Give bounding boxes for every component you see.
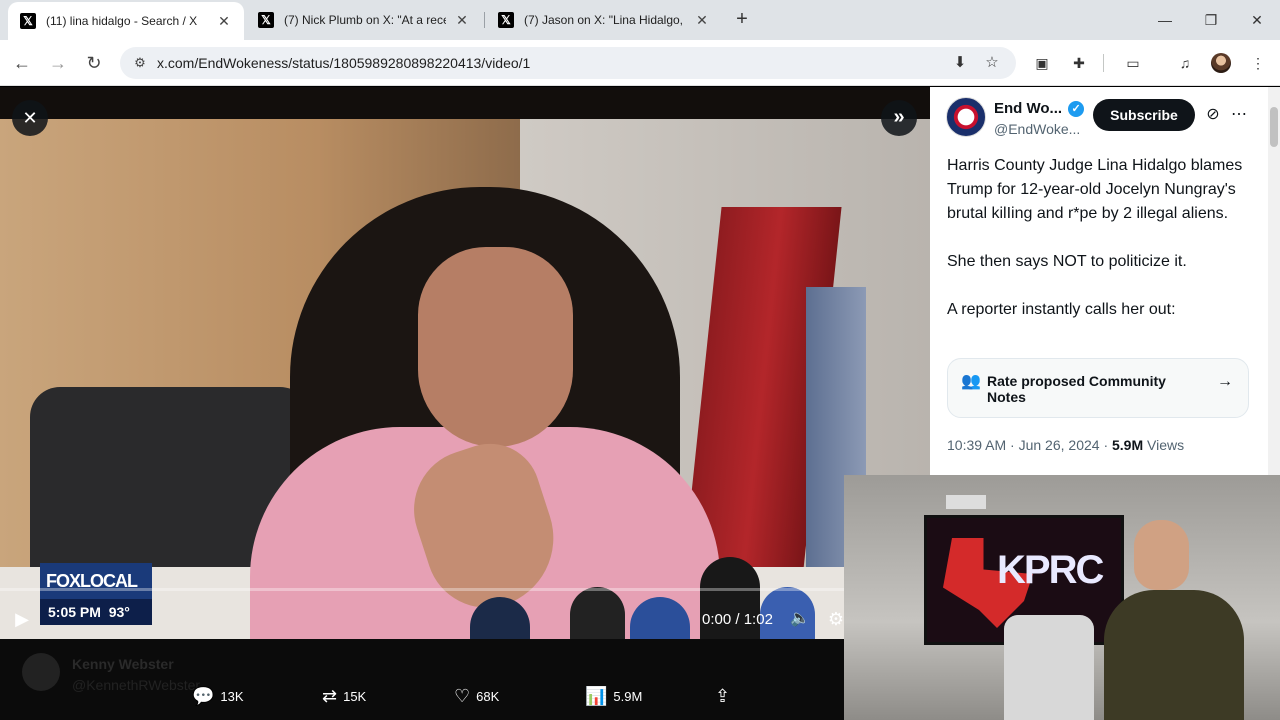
- tab-jason[interactable]: 𝕏 (7) Jason on X: "Lina Hidalgo, is ✕: [486, 0, 722, 40]
- author-avatar[interactable]: [946, 97, 986, 137]
- forward-button[interactable]: →: [46, 51, 70, 75]
- double-chevron-right-icon: »: [893, 106, 905, 128]
- video-progress-bar[interactable]: [0, 588, 844, 591]
- tweet-meta: 10:39 AM · Jun 26, 2024 · 5.9M Views: [947, 437, 1185, 453]
- host-head: [1134, 520, 1189, 590]
- media-control-icon[interactable]: ♫: [1173, 51, 1197, 75]
- address-bar[interactable]: ⚙ x.com/EndWokeness/status/1805989280898…: [120, 47, 1016, 79]
- gear-icon: ⚙: [827, 609, 845, 629]
- more-icon[interactable]: ⋯: [1228, 104, 1250, 126]
- grok-icon[interactable]: ⊘: [1202, 104, 1224, 126]
- close-icon: ✕: [22, 108, 38, 128]
- star-icon[interactable]: ☆: [980, 51, 1004, 75]
- host: [1104, 520, 1244, 720]
- share-button[interactable]: ⇪: [715, 681, 736, 711]
- video-top-bar: [0, 87, 930, 119]
- x-logo-icon: 𝕏: [258, 12, 274, 28]
- bar-chart-icon: 📊: [585, 685, 608, 706]
- back-button[interactable]: ←: [10, 51, 34, 75]
- toolbar-separator: [1103, 54, 1104, 72]
- community-notes-button[interactable]: 👥 Rate proposed Community Notes →: [947, 358, 1249, 418]
- install-icon[interactable]: ⬇: [948, 51, 972, 75]
- tab-strip: 𝕏 (11) lina hidalgo - Search / X ✕ 𝕏 (7)…: [0, 0, 1280, 40]
- close-media-button[interactable]: ✕: [12, 100, 48, 136]
- fox-local-time: 5:05 PM 93°: [40, 599, 152, 625]
- x-logo-icon: 𝕏: [20, 13, 36, 29]
- puzzle-icon[interactable]: ✚: [1067, 51, 1091, 75]
- expand-panel-button[interactable]: »: [881, 100, 917, 136]
- volume-icon: 🔈: [790, 610, 810, 627]
- heart-icon: ♡: [454, 685, 471, 706]
- tab-title: (7) Jason on X: "Lina Hidalgo, is: [524, 13, 686, 27]
- x-logo-icon: 𝕏: [498, 12, 514, 28]
- arrow-right-icon: →: [49, 53, 67, 73]
- webcam-overlay: KPRC: [844, 475, 1280, 720]
- views-button[interactable]: 📊 5.9M: [585, 681, 642, 711]
- studio-sign: [946, 495, 986, 509]
- close-icon[interactable]: ✕: [454, 12, 470, 29]
- author-handle[interactable]: @EndWoke...: [994, 121, 1080, 137]
- tweet-text: Harris County Judge Lina Hidalgo blames …: [947, 154, 1257, 346]
- tab-title: (11) lina hidalgo - Search / X: [46, 14, 198, 28]
- subscribe-button[interactable]: Subscribe: [1093, 99, 1195, 131]
- verified-icon: ✓: [1068, 100, 1085, 117]
- comment-icon: 💬: [192, 685, 215, 706]
- plus-icon: +: [736, 8, 748, 30]
- station-logo: KPRC: [997, 548, 1104, 592]
- close-icon[interactable]: ✕: [216, 13, 232, 30]
- video-player[interactable]: ✕ » FOXLOCAL 5:05 PM 93° ▶ 0:00 / 1:02 🔈…: [0, 87, 930, 720]
- extension-icon[interactable]: ▣: [1030, 51, 1054, 75]
- speaker-face: [418, 247, 573, 447]
- repost-icon: ⇄: [322, 685, 338, 706]
- arrow-left-icon: ←: [13, 53, 31, 73]
- video-time: 0:00 / 1:02: [702, 611, 773, 628]
- fox-local-logo: FOXLOCAL: [40, 563, 152, 599]
- reply-author-name[interactable]: Kenny Webster: [72, 656, 174, 672]
- volume-button[interactable]: 🔈: [788, 607, 812, 631]
- share-icon: ⇪: [715, 685, 731, 706]
- tweet-paragraph: Harris County Judge Lina Hidalgo blames …: [947, 157, 1243, 222]
- fox-local-bug: FOXLOCAL 5:05 PM 93°: [40, 563, 152, 625]
- play-button[interactable]: ▶: [10, 607, 34, 631]
- browser-toolbar: ← → ↻ ⚙ x.com/EndWokeness/status/1805989…: [0, 40, 1280, 86]
- repost-button[interactable]: ⇄ 15K: [322, 681, 366, 711]
- close-icon: ✕: [1251, 12, 1263, 28]
- tab-separator: [484, 12, 485, 28]
- panel-scrollbar[interactable]: [1268, 87, 1280, 475]
- window-close-button[interactable]: ✕: [1234, 0, 1280, 40]
- engagement-bar: 💬 13K ⇄ 15K ♡ 68K 📊 5.9M ⇪: [0, 681, 844, 711]
- minimize-button[interactable]: —: [1142, 0, 1188, 40]
- tab-title: (7) Nick Plumb on X: "At a recent: [284, 13, 446, 27]
- scrollbar-thumb[interactable]: [1270, 107, 1278, 147]
- screen: 𝕏 (11) lina hidalgo - Search / X ✕ 𝕏 (7)…: [0, 0, 1280, 720]
- tune-icon[interactable]: ⚙: [128, 51, 152, 75]
- new-tab-button[interactable]: +: [730, 8, 754, 32]
- reload-icon: ↻: [86, 53, 102, 73]
- close-icon[interactable]: ✕: [694, 12, 710, 29]
- community-notes-label: Rate proposed Community Notes: [987, 373, 1166, 405]
- tab-lina-hidalgo-search[interactable]: 𝕏 (11) lina hidalgo - Search / X ✕: [8, 2, 244, 40]
- tweet-paragraph: She then says NOT to politicize it.: [947, 253, 1187, 270]
- reply-button[interactable]: 💬 13K: [192, 681, 244, 711]
- play-icon: ▶: [15, 609, 29, 629]
- reload-button[interactable]: ↻: [82, 51, 106, 75]
- tab-nick-plumb[interactable]: 𝕏 (7) Nick Plumb on X: "At a recent ✕: [246, 0, 482, 40]
- profile-avatar[interactable]: [1211, 53, 1231, 73]
- url-text[interactable]: x.com/EndWokeness/status/180598928089822…: [157, 55, 530, 71]
- author-name[interactable]: End Wo... ✓: [994, 100, 1085, 117]
- arrow-right-icon: →: [1217, 373, 1233, 390]
- like-button[interactable]: ♡ 68K: [454, 681, 499, 711]
- restore-button[interactable]: ❐: [1188, 0, 1234, 40]
- restore-icon: ❐: [1204, 12, 1218, 28]
- tweet-paragraph: A reporter instantly calls her out:: [947, 301, 1176, 318]
- menu-icon[interactable]: ⋮: [1246, 51, 1270, 75]
- cast-icon[interactable]: ▭: [1121, 51, 1145, 75]
- chair: [1004, 615, 1094, 720]
- minimize-icon: —: [1158, 12, 1172, 28]
- host-body: [1104, 590, 1244, 720]
- people-icon: 👥: [961, 373, 981, 390]
